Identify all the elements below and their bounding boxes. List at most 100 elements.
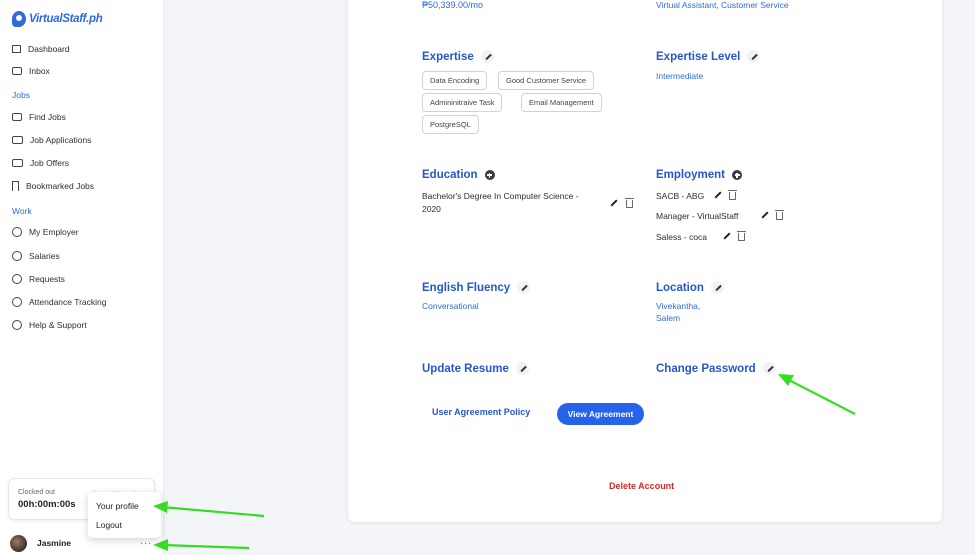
briefcase-icon <box>12 113 22 121</box>
sidebar-item-my-employer[interactable]: My Employer <box>12 225 79 239</box>
user-agreement-link[interactable]: User Agreement Policy <box>432 407 530 417</box>
delete-employment-icon[interactable] <box>737 231 746 241</box>
view-agreement-button[interactable]: View Agreement <box>557 403 644 425</box>
help-icon <box>12 320 22 330</box>
expertise-chip: Data Encoding <box>422 71 488 90</box>
education-entry-line1: Bachelor's Degree In Computer Science - <box>422 191 579 201</box>
section-title-jobs: Jobs <box>12 90 30 100</box>
employer-icon <box>12 227 22 237</box>
edit-education-icon[interactable] <box>609 198 618 207</box>
edit-english-fluency-icon[interactable] <box>517 281 531 294</box>
user-menu-popup: Your profile Logout <box>88 492 161 538</box>
sidebar-item-label: Job Offers <box>30 158 70 168</box>
logout-menu-item[interactable]: Logout <box>96 520 122 530</box>
your-profile-menu-item[interactable]: Your profile <box>96 501 139 511</box>
change-password-title: Change Password <box>656 362 756 375</box>
sidebar-item-label: Help & Support <box>29 320 87 330</box>
english-fluency-value: Conversational <box>422 301 479 311</box>
expertise-level-heading: Expertise Level <box>656 50 761 63</box>
sidebar-item-attendance-tracking[interactable]: Attendance Tracking <box>12 295 107 309</box>
change-password-heading: Change Password <box>656 362 776 375</box>
section-title-work: Work <box>12 206 32 216</box>
roles-value: Virtual Assistant, Customer Service <box>656 0 789 10</box>
english-fluency-title: English Fluency <box>422 281 511 294</box>
sidebar-item-label: Attendance Tracking <box>29 297 107 307</box>
dollar-icon <box>12 251 22 261</box>
requests-icon <box>12 274 22 284</box>
applications-icon <box>12 136 23 144</box>
sidebar-item-job-applications[interactable]: Job Applications <box>12 133 91 147</box>
edit-employment-icon[interactable] <box>722 231 731 240</box>
more-options-button[interactable]: ... <box>140 535 152 547</box>
logo-icon <box>12 11 26 27</box>
sidebar-item-label: Bookmarked Jobs <box>26 181 95 191</box>
annotation-arrow <box>161 543 250 550</box>
update-resume-heading: Update Resume <box>422 362 529 375</box>
location-heading: Location <box>656 281 724 294</box>
bookmark-icon <box>12 181 19 191</box>
salary-value: ₱50,339.00/mo <box>422 0 484 10</box>
user-row: Jasmine ... <box>10 535 160 553</box>
edit-expertise-level-icon[interactable] <box>747 50 761 63</box>
edit-location-icon[interactable] <box>710 281 724 294</box>
expertise-title: Expertise <box>422 50 474 63</box>
add-education-icon[interactable] <box>484 170 495 180</box>
expertise-level-value: Intermediate <box>656 71 704 81</box>
sidebar-item-bookmarked-jobs[interactable]: Bookmarked Jobs <box>12 179 94 193</box>
employment-entry: SACB - ABG <box>656 191 705 201</box>
employment-title: Employment <box>656 169 726 181</box>
employment-heading: Employment <box>656 169 743 181</box>
sidebar-item-label: Requests <box>29 274 65 284</box>
sidebar-item-job-offers[interactable]: Job Offers <box>12 156 69 170</box>
add-employment-icon[interactable] <box>732 170 743 180</box>
logo-text: VirtualStaff.ph <box>29 13 103 25</box>
user-name: Jasmine <box>37 538 72 548</box>
sidebar-item-dashboard[interactable]: Dashboard <box>12 42 70 56</box>
expertise-chip: PostgreSQL <box>422 115 479 134</box>
expertise-chip: Admininitraive Task <box>422 93 503 112</box>
sidebar-item-help-support[interactable]: Help & Support <box>12 318 87 332</box>
expertise-chip: Email Management <box>521 93 602 112</box>
location-value-line1: Vivekantha, <box>656 301 701 311</box>
edit-resume-icon[interactable] <box>515 362 529 375</box>
inbox-icon <box>12 67 22 75</box>
delete-employment-icon[interactable] <box>728 190 737 200</box>
annotation-arrow <box>161 505 265 518</box>
logo[interactable]: VirtualStaff.ph <box>12 11 103 27</box>
employment-entry: Saless - coca <box>656 232 708 242</box>
sidebar-item-requests[interactable]: Requests <box>12 272 65 286</box>
english-fluency-heading: English Fluency <box>422 281 531 294</box>
offers-icon <box>12 159 23 167</box>
edit-password-icon[interactable] <box>762 362 776 375</box>
clock-icon <box>12 297 22 307</box>
sidebar-item-inbox[interactable]: Inbox <box>12 64 50 78</box>
education-entry-line2: 2020 <box>422 204 441 214</box>
home-icon <box>12 45 21 53</box>
sidebar-item-label: Find Jobs <box>29 112 66 122</box>
delete-employment-icon[interactable] <box>775 210 784 220</box>
edit-employment-icon[interactable] <box>760 210 769 219</box>
edit-employment-icon[interactable] <box>713 190 722 199</box>
edit-expertise-icon[interactable] <box>480 50 494 63</box>
education-heading: Education <box>422 169 495 181</box>
update-resume-title: Update Resume <box>422 362 509 375</box>
employment-entry: Manager - VirtualStaff <box>656 211 739 221</box>
education-title: Education <box>422 169 478 181</box>
avatar[interactable] <box>10 535 27 552</box>
sidebar: VirtualStaff.ph Dashboard Inbox Jobs Fin… <box>0 0 164 555</box>
sidebar-item-label: Salaries <box>29 251 60 261</box>
sidebar-item-label: Inbox <box>29 66 50 76</box>
sidebar-item-salaries[interactable]: Salaries <box>12 249 60 263</box>
sidebar-item-label: My Employer <box>29 227 79 237</box>
location-value-line2: Salem <box>656 313 681 323</box>
clock-status: Clocked out <box>18 489 55 496</box>
profile-card: ₱50,339.00/mo Virtual Assistant, Custome… <box>348 0 942 522</box>
delete-education-icon[interactable] <box>625 198 634 208</box>
delete-account-button[interactable]: Delete Account <box>609 481 674 491</box>
expertise-heading: Expertise <box>422 50 494 63</box>
sidebar-item-label: Job Applications <box>30 135 92 145</box>
expertise-level-title: Expertise Level <box>656 50 741 63</box>
location-title: Location <box>656 281 704 294</box>
clock-time: 00h:00m:00s <box>18 499 76 510</box>
sidebar-item-find-jobs[interactable]: Find Jobs <box>12 110 66 124</box>
